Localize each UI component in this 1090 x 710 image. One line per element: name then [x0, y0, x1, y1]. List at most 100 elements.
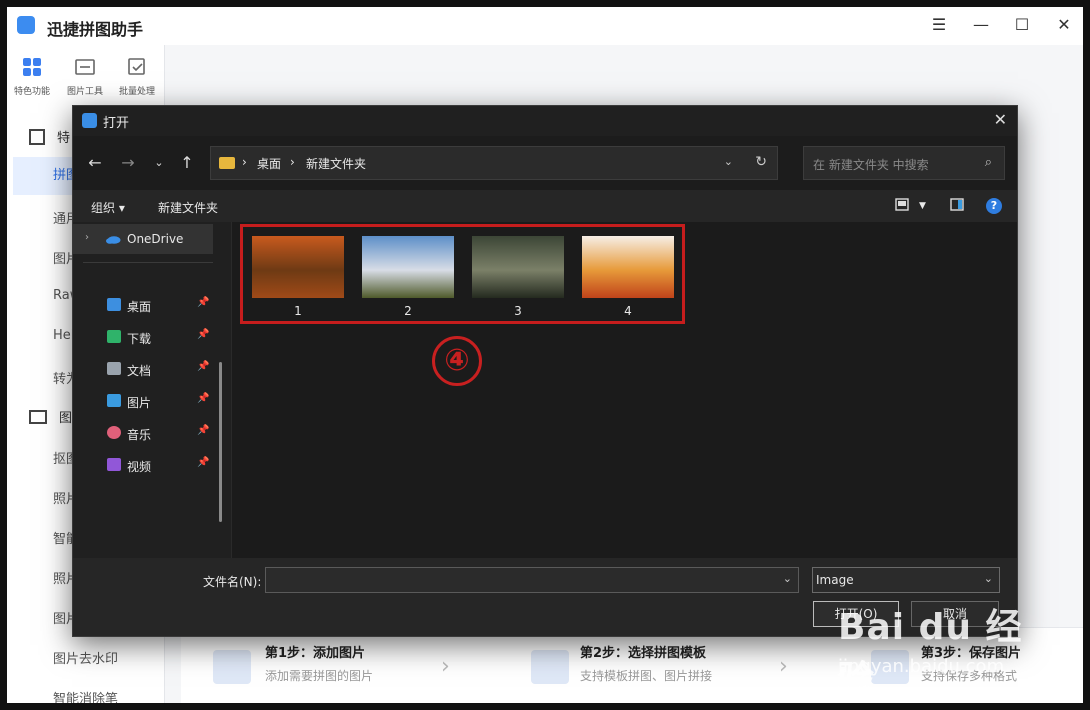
- pictures-icon: [107, 394, 121, 407]
- app-logo-icon: [17, 16, 35, 34]
- filetype-select[interactable]: Image ⌄: [812, 567, 1000, 593]
- dialog-navbar: ← → ⌄ ↑ › 桌面 › 新建文件夹 ⌄ ↻ 在 新建文件夹 中搜索 ⌕: [73, 136, 1017, 190]
- nav-item-watermark[interactable]: 图片去水印: [53, 648, 118, 667]
- preview-pane-icon[interactable]: [950, 198, 964, 211]
- watermark-logo: Bai du 经验 jingyan.baidu.com: [838, 598, 1034, 700]
- expand-chevron-icon[interactable]: ›: [85, 232, 89, 243]
- nav-item-videos[interactable]: 视频 📌: [73, 450, 213, 480]
- dialog-close-icon[interactable]: ✕: [994, 110, 1007, 129]
- file-thumbnail-2[interactable]: [362, 236, 454, 298]
- step-1-desc: 添加需要拼图的图片: [265, 669, 374, 683]
- tab-batch[interactable]: 批量处理: [113, 57, 161, 97]
- filename-input[interactable]: ⌄: [265, 567, 799, 593]
- navigation-pane: › OneDrive 桌面 📌 下载 📌 文档 📌 图片 📌 音乐 📌 视频 📌: [73, 222, 232, 558]
- pin-icon[interactable]: 📌: [197, 393, 209, 404]
- tab-features-label: 特色功能: [13, 87, 50, 97]
- section-image: 图: [29, 407, 72, 426]
- close-icon[interactable]: ✕: [1052, 13, 1076, 37]
- template-icon: [531, 650, 569, 684]
- section-features-icon: [29, 129, 45, 145]
- address-bar[interactable]: › 桌面 › 新建文件夹 ⌄ ↻: [210, 146, 778, 180]
- step-2-title: 第2步：选择拼图模板: [580, 646, 707, 661]
- nav-desktop-label: 桌面: [127, 300, 152, 314]
- nav-item-downloads[interactable]: 下载 📌: [73, 322, 213, 352]
- file-thumbnail-1[interactable]: [252, 236, 344, 298]
- divider: [83, 262, 213, 263]
- step-2-desc: 支持模板拼图、图片拼接: [580, 669, 713, 683]
- nav-videos-label: 视频: [127, 460, 152, 474]
- nav-item-documents[interactable]: 文档 📌: [73, 354, 213, 384]
- document-icon: [107, 362, 121, 375]
- up-arrow-icon[interactable]: ↑: [177, 153, 197, 172]
- pin-icon[interactable]: 📌: [197, 361, 209, 372]
- file-thumbnail-4[interactable]: [582, 236, 674, 298]
- nav-item-desktop[interactable]: 桌面 📌: [73, 290, 213, 320]
- view-dropdown-icon[interactable]: ▼: [919, 201, 926, 211]
- nav-item-eraser[interactable]: 智能消除笔: [53, 688, 118, 703]
- filetype-dropdown-icon[interactable]: ⌄: [984, 572, 993, 585]
- nav-onedrive-label: OneDrive: [127, 232, 184, 246]
- minimize-icon[interactable]: —: [969, 13, 993, 37]
- step-1: 第1步：添加图片 添加需要拼图的图片: [265, 642, 373, 684]
- nav-scrollbar[interactable]: [219, 362, 222, 522]
- nav-downloads-label: 下载: [127, 332, 152, 346]
- pin-icon[interactable]: 📌: [197, 425, 209, 436]
- tab-image-tools[interactable]: 图片工具: [61, 57, 109, 97]
- app-titlebar: 迅捷拼图助手 ☰ — ☐ ✕: [7, 7, 1083, 45]
- file-name-1[interactable]: 1: [252, 304, 344, 318]
- breadcrumb-desktop[interactable]: 桌面: [257, 155, 281, 172]
- help-icon[interactable]: ?: [986, 198, 1002, 214]
- filename-dropdown-icon[interactable]: ⌄: [783, 572, 792, 585]
- nav-pictures-label: 图片: [127, 396, 152, 410]
- menu-icon[interactable]: ☰: [927, 13, 951, 37]
- video-icon: [107, 458, 121, 471]
- organize-button[interactable]: 组织 ▾: [91, 199, 125, 216]
- new-folder-button[interactable]: 新建文件夹: [158, 199, 218, 216]
- step-annotation-marker: ④: [432, 336, 482, 386]
- nav-item-pictures[interactable]: 图片 📌: [73, 386, 213, 416]
- nav-music-label: 音乐: [127, 428, 152, 442]
- pin-icon[interactable]: 📌: [197, 457, 209, 468]
- pin-icon[interactable]: 📌: [197, 329, 209, 340]
- step-1-title: 第1步：添加图片: [265, 646, 366, 661]
- file-thumbnail-3[interactable]: [472, 236, 564, 298]
- search-placeholder: 在 新建文件夹 中搜索: [813, 158, 929, 172]
- tab-features[interactable]: 特色功能: [8, 57, 56, 97]
- command-bar: 组织 ▾ 新建文件夹 ▼ ?: [73, 190, 1017, 222]
- nav-onedrive[interactable]: › OneDrive: [73, 224, 213, 254]
- address-dropdown-icon[interactable]: ⌄: [724, 155, 733, 168]
- file-name-2[interactable]: 2: [362, 304, 454, 318]
- tab-image-tools-label: 图片工具: [66, 87, 103, 97]
- dialog-title: 打开: [103, 116, 130, 131]
- file-name-3[interactable]: 3: [472, 304, 564, 318]
- search-box[interactable]: 在 新建文件夹 中搜索 ⌕: [803, 146, 1005, 180]
- folder-icon: [219, 157, 235, 169]
- section-features-label: 特: [57, 131, 71, 146]
- desktop-icon: [107, 298, 121, 311]
- app-title: 迅捷拼图助手: [47, 20, 144, 39]
- pin-icon[interactable]: 📌: [197, 297, 209, 308]
- watermark-sub: jingyan.baidu.com: [838, 656, 1005, 677]
- file-name-4[interactable]: 4: [582, 304, 674, 318]
- recent-dropdown-icon[interactable]: ⌄: [149, 156, 169, 169]
- batch-icon: [128, 58, 145, 75]
- image-tools-icon: [75, 59, 95, 75]
- section-image-label: 图: [59, 411, 73, 426]
- refresh-icon[interactable]: ↻: [755, 154, 767, 170]
- tab-batch-label: 批量处理: [118, 87, 155, 97]
- maximize-icon[interactable]: ☐: [1010, 13, 1034, 37]
- nav-item-music[interactable]: 音乐 📌: [73, 418, 213, 448]
- filename-label: 文件名(N):: [203, 575, 262, 589]
- add-image-icon: [213, 650, 251, 684]
- breadcrumb-separator: ›: [242, 155, 247, 169]
- file-list: 1 2 3 4 ④: [232, 222, 1017, 558]
- back-arrow-icon[interactable]: ←: [85, 153, 105, 172]
- step-2: 第2步：选择拼图模板 支持模板拼图、图片拼接: [580, 642, 712, 684]
- view-mode-icon[interactable]: [895, 198, 909, 211]
- top-tabs: 特色功能 图片工具 批量处理: [7, 57, 164, 107]
- nav-documents-label: 文档: [127, 364, 152, 378]
- breadcrumb-new-folder[interactable]: 新建文件夹: [306, 155, 366, 172]
- search-icon: ⌕: [984, 155, 992, 170]
- forward-arrow-icon[interactable]: →: [118, 153, 138, 172]
- open-file-dialog: 打开 ✕ ← → ⌄ ↑ › 桌面 › 新建文件夹 ⌄ ↻ 在 新建文件夹 中搜…: [72, 105, 1018, 637]
